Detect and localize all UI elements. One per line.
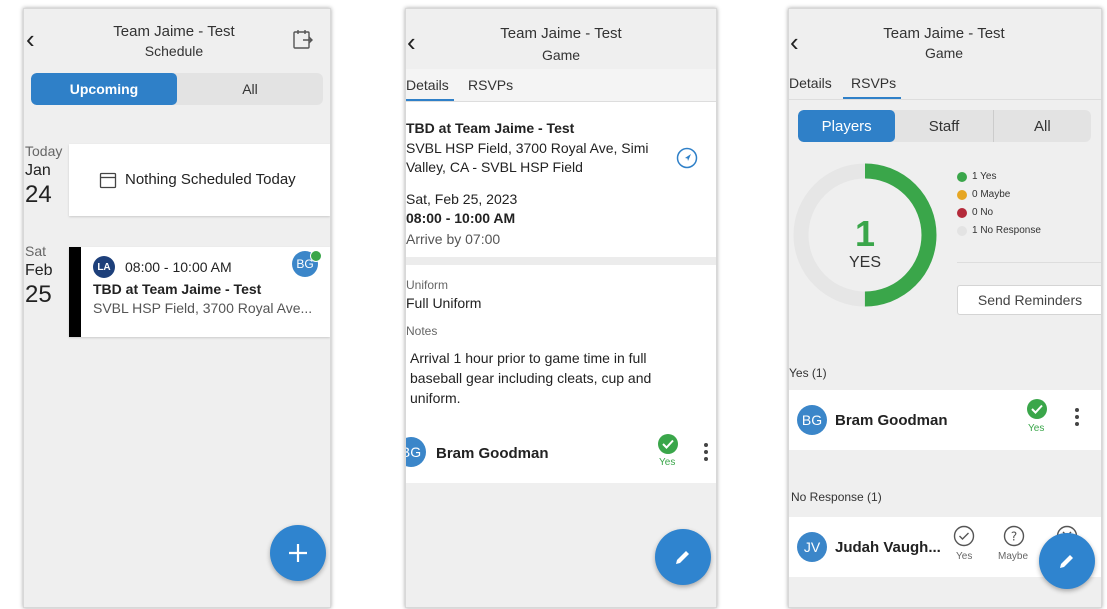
team-title: Team Jaime - Test bbox=[883, 25, 1005, 42]
rsvp-yes-option-label: Yes bbox=[956, 551, 973, 562]
event-dow: Sat bbox=[25, 243, 47, 259]
legend-maybe-dot bbox=[957, 190, 967, 200]
today-month: Jan bbox=[25, 162, 51, 179]
pencil-icon bbox=[676, 551, 689, 564]
rsvp-maybe-option-label: Maybe bbox=[998, 551, 1029, 562]
rsvp-filter: Players Staff All bbox=[798, 110, 1091, 142]
notes-line2: baseball gear including cleats, cup and bbox=[410, 370, 652, 386]
yes-name: Bram Goodman bbox=[835, 412, 948, 429]
legend-no: 0 No bbox=[972, 207, 994, 218]
team-title: Team Jaime - Test bbox=[113, 23, 235, 40]
event-month: Feb bbox=[25, 262, 53, 279]
yes-status: Yes bbox=[1028, 423, 1045, 434]
nr-avatar: JV bbox=[797, 532, 827, 562]
pencil-icon bbox=[1060, 555, 1073, 568]
rsvps-screen: ‹ Team Jaime - Test Game Details RSVPs P… bbox=[788, 8, 1102, 608]
event-card[interactable]: LA 08:00 - 10:00 AM TBD at Team Jaime - … bbox=[69, 247, 330, 337]
back-icon[interactable]: ‹ bbox=[407, 29, 416, 55]
nothing-scheduled-text: Nothing Scheduled Today bbox=[125, 171, 296, 188]
team-logo-text: LA bbox=[97, 261, 111, 273]
schedule-screen: ‹ Team Jaime - Test Schedule Upcoming Al… bbox=[23, 8, 331, 608]
legend-no-dot bbox=[957, 208, 967, 218]
notes-line3: uniform. bbox=[410, 390, 461, 406]
more-options-icon[interactable] bbox=[1075, 408, 1081, 426]
nothing-scheduled-card: Nothing Scheduled Today bbox=[69, 144, 330, 216]
navigate-icon[interactable] bbox=[676, 147, 698, 174]
add-event-button[interactable] bbox=[270, 525, 326, 581]
legend-yes: 1 Yes bbox=[972, 171, 997, 182]
section-divider bbox=[406, 257, 716, 265]
send-reminders-label: Send Reminders bbox=[977, 292, 1083, 308]
edit-button[interactable] bbox=[655, 529, 711, 585]
back-icon[interactable]: ‹ bbox=[26, 26, 35, 52]
event-day: 25 bbox=[25, 281, 52, 308]
no-response-section-header: No Response (1) bbox=[791, 490, 882, 504]
game-time: 08:00 - 10:00 AM bbox=[406, 210, 516, 226]
export-calendar-icon[interactable] bbox=[292, 29, 314, 56]
rsvp-check-icon bbox=[657, 433, 679, 460]
yes-row[interactable]: BG Bram Goodman Yes bbox=[789, 390, 1101, 450]
send-reminders-button[interactable]: Send Reminders bbox=[957, 285, 1101, 315]
event-location: SVBL HSP Field, 3700 Royal Ave... bbox=[93, 300, 313, 316]
rsvp-big-number: 1 bbox=[854, 213, 876, 254]
uniform-value: Full Uniform bbox=[406, 295, 482, 311]
legend-maybe: 0 Maybe bbox=[972, 189, 1011, 200]
toggle-all[interactable]: All bbox=[177, 73, 323, 105]
schedule-toggle: Upcoming All bbox=[31, 73, 323, 105]
rsvp-yes-option-icon[interactable] bbox=[953, 525, 975, 552]
tab-rsvps[interactable]: RSVPs bbox=[851, 75, 896, 91]
uniform-label: Uniform bbox=[406, 278, 449, 292]
tab-bar bbox=[789, 69, 1101, 100]
segment-staff[interactable]: Staff bbox=[895, 110, 992, 142]
edit-button[interactable] bbox=[1039, 533, 1095, 589]
notes-label: Notes bbox=[406, 324, 438, 338]
legend-no-response-dot bbox=[957, 226, 967, 236]
game-details-screen: ‹ Team Jaime - Test Game Details RSVPs T… bbox=[405, 8, 717, 608]
tab-details-underline bbox=[406, 99, 454, 101]
game-arrive: Arrive by 07:00 bbox=[406, 231, 501, 247]
avatar-check-icon bbox=[310, 250, 322, 262]
tab-bar bbox=[406, 69, 716, 102]
svg-text:?: ? bbox=[1011, 530, 1017, 544]
notes-line1: Arrival 1 hour prior to game time in ful… bbox=[410, 350, 647, 366]
event-time: 08:00 - 10:00 AM bbox=[125, 259, 232, 275]
tab-details[interactable]: Details bbox=[406, 77, 449, 93]
yes-section-header: Yes (1) bbox=[789, 366, 827, 380]
rsvp-big-label: YES bbox=[848, 254, 881, 271]
yes-check-icon bbox=[1026, 398, 1048, 425]
tab-rsvps[interactable]: RSVPs bbox=[468, 77, 513, 93]
game-title: TBD at Team Jaime - Test bbox=[406, 120, 575, 136]
event-title: TBD at Team Jaime - Test bbox=[93, 281, 262, 297]
today-day: 24 bbox=[25, 181, 52, 208]
legend-divider bbox=[957, 262, 1101, 263]
toggle-upcoming[interactable]: Upcoming bbox=[31, 73, 177, 105]
segment-players[interactable]: Players bbox=[798, 110, 896, 142]
game-date: Sat, Feb 25, 2023 bbox=[406, 191, 518, 207]
tab-details[interactable]: Details bbox=[789, 75, 832, 91]
rsvp-maybe-option-icon[interactable]: ? bbox=[1003, 525, 1025, 552]
rsvp-avatar: BG bbox=[406, 437, 426, 467]
team-logo-icon: LA bbox=[93, 256, 115, 278]
nr-name: Judah Vaugh... bbox=[835, 539, 941, 556]
game-address-line2[interactable]: Valley, CA - SVBL HSP Field bbox=[406, 159, 583, 175]
segment-all[interactable]: All bbox=[992, 110, 1091, 142]
page-subtitle: Schedule bbox=[144, 43, 204, 59]
rsvp-status: Yes bbox=[659, 457, 676, 468]
plus-icon bbox=[289, 544, 307, 562]
legend-yes-dot bbox=[957, 172, 967, 182]
today-label: Today bbox=[25, 143, 63, 159]
legend-no-response: 1 No Response bbox=[972, 225, 1041, 236]
game-address-line1[interactable]: SVBL HSP Field, 3700 Royal Ave, Simi bbox=[406, 140, 649, 156]
team-title: Team Jaime - Test bbox=[500, 25, 622, 42]
page-subtitle: Game bbox=[924, 45, 964, 61]
yes-avatar: BG bbox=[797, 405, 827, 435]
rsvp-name: Bram Goodman bbox=[436, 445, 549, 462]
back-icon[interactable]: ‹ bbox=[790, 29, 799, 55]
tab-rsvps-underline bbox=[843, 97, 901, 99]
calendar-icon bbox=[99, 171, 117, 194]
more-options-icon[interactable] bbox=[704, 443, 710, 461]
page-subtitle: Game bbox=[541, 47, 581, 63]
